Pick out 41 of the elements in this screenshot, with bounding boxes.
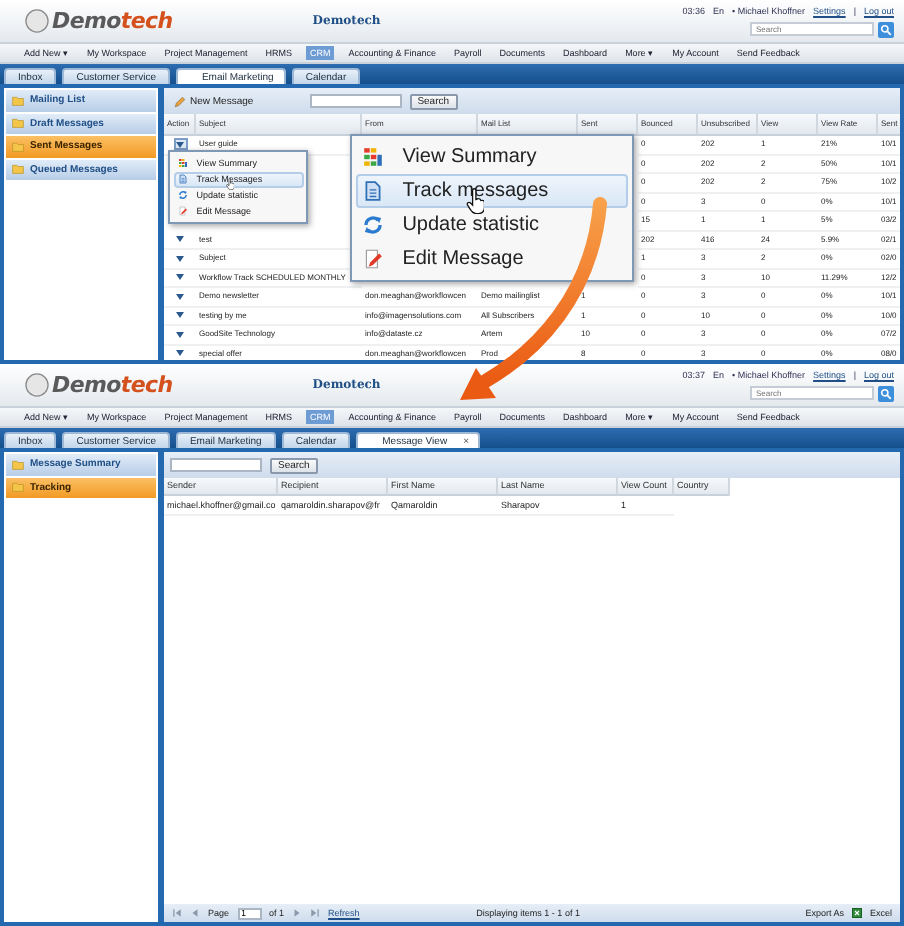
row-menu-button[interactable] <box>173 233 187 246</box>
caret-icon <box>176 331 184 338</box>
last-page-icon <box>310 908 321 918</box>
caret-icon <box>176 274 184 281</box>
row-menu-button[interactable] <box>173 252 187 265</box>
caret-icon <box>176 350 184 357</box>
caret-icon <box>176 293 184 300</box>
menu-item[interactable]: Update statistic <box>356 208 628 242</box>
next-page-icon <box>292 908 303 918</box>
row-menu-button[interactable] <box>173 309 187 322</box>
spreadsheet-icon <box>851 908 862 918</box>
previous-page-icon <box>190 908 200 918</box>
search-field[interactable] <box>309 94 402 108</box>
logo-icon <box>24 8 50 34</box>
pencil-icon <box>178 206 189 216</box>
chart-icon <box>362 146 385 168</box>
document-icon <box>362 180 385 202</box>
row-menu-button[interactable] <box>173 271 187 284</box>
refresh-icon <box>362 214 385 236</box>
refresh-icon <box>178 190 189 200</box>
row-menu-button[interactable] <box>173 347 187 360</box>
row-menu-button[interactable] <box>173 290 187 303</box>
logo-text: Demotech <box>52 8 173 34</box>
search-icon <box>880 23 892 35</box>
pencil-icon <box>174 95 186 107</box>
search-icon <box>880 387 892 399</box>
caret-icon <box>176 312 184 319</box>
logo-text: Demotech <box>52 372 173 398</box>
menu-item[interactable]: View Summary <box>356 140 628 174</box>
pencil-icon <box>362 248 385 270</box>
row-menu-button[interactable] <box>173 328 187 341</box>
logo-icon <box>24 372 50 398</box>
search-button[interactable] <box>878 385 894 401</box>
menu-item[interactable]: Edit Message <box>356 242 628 276</box>
first-page-icon <box>172 908 182 918</box>
search-field[interactable] <box>170 458 262 472</box>
caret-icon <box>176 255 184 262</box>
row-menu-button[interactable] <box>173 138 187 151</box>
search-button[interactable] <box>878 21 894 37</box>
document-icon <box>178 174 189 184</box>
caret-icon <box>176 236 184 243</box>
